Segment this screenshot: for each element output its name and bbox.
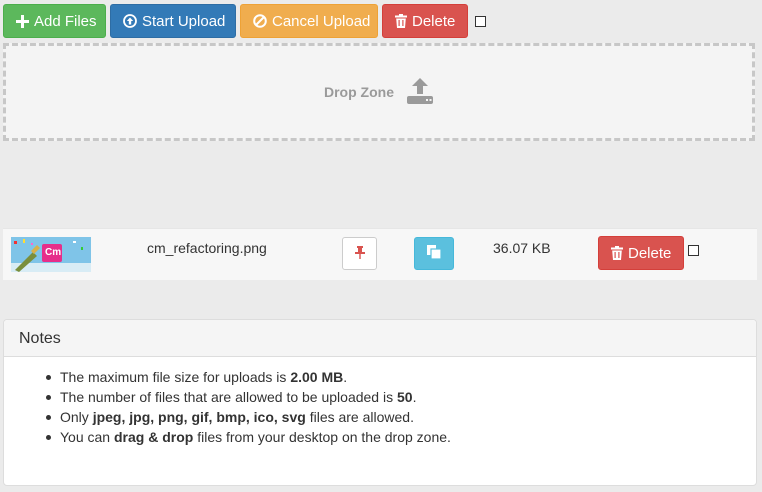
note-emphasis: drag & drop bbox=[113, 429, 194, 445]
delete-file-button[interactable]: Delete bbox=[598, 236, 684, 270]
note-text: Only bbox=[60, 409, 93, 425]
cancel-upload-button[interactable]: Cancel Upload bbox=[240, 4, 378, 38]
bullet-icon bbox=[46, 375, 51, 380]
file-select-checkbox[interactable] bbox=[688, 245, 699, 256]
plus-icon bbox=[16, 14, 29, 28]
upload-tray-icon bbox=[406, 77, 434, 107]
file-row: Cm cm_refactoring.png 36.07 KB Delete bbox=[3, 228, 757, 280]
notes-body: The maximum file size for uploads is 2.0… bbox=[4, 357, 756, 457]
notes-panel: Notes The maximum file size for uploads … bbox=[3, 319, 757, 486]
notes-list-item: The number of files that are allowed to … bbox=[46, 387, 741, 407]
notes-list: The maximum file size for uploads is 2.0… bbox=[19, 367, 741, 447]
pin-button[interactable] bbox=[342, 237, 377, 270]
notes-list-item: You can drag & drop files from your desk… bbox=[46, 427, 741, 447]
start-upload-button[interactable]: Start Upload bbox=[110, 4, 236, 38]
upload-toolbar: Add Files Start Upload Cancel Upload Del… bbox=[3, 4, 486, 38]
note-emphasis: jpeg, jpg, png, gif, bmp, ico, svg bbox=[92, 409, 306, 425]
note-text: The maximum file size for uploads is bbox=[60, 369, 291, 385]
copy-icon bbox=[427, 245, 442, 262]
drop-zone[interactable]: Drop Zone bbox=[3, 43, 755, 141]
notes-list-item: Only jpeg, jpg, png, gif, bmp, ico, svg … bbox=[46, 407, 741, 427]
cancel-upload-label: Cancel Upload bbox=[272, 12, 371, 30]
note-text: . bbox=[343, 369, 348, 385]
note-text: You can bbox=[60, 429, 114, 445]
pushpin-icon bbox=[354, 245, 365, 262]
upload-circle-icon bbox=[123, 14, 137, 28]
note-emphasis: 50 bbox=[396, 389, 413, 405]
notes-title: Notes bbox=[4, 320, 756, 357]
file-size: 36.07 KB bbox=[493, 240, 551, 256]
delete-file-label: Delete bbox=[628, 244, 672, 262]
note-text: . bbox=[412, 389, 417, 405]
bullet-icon bbox=[46, 415, 51, 420]
trash-icon bbox=[395, 14, 407, 28]
delete-all-button[interactable]: Delete bbox=[382, 4, 468, 38]
file-thumbnail: Cm bbox=[11, 237, 91, 272]
bullet-icon bbox=[46, 435, 51, 440]
trash-icon bbox=[611, 246, 623, 260]
start-upload-label: Start Upload bbox=[142, 12, 226, 30]
drop-zone-label: Drop Zone bbox=[324, 84, 394, 100]
note-text: files from your desktop on the drop zone… bbox=[193, 429, 451, 445]
file-name: cm_refactoring.png bbox=[147, 240, 267, 256]
add-files-button[interactable]: Add Files bbox=[3, 4, 106, 38]
select-all-checkbox[interactable] bbox=[475, 15, 486, 27]
bullet-icon bbox=[46, 395, 51, 400]
copy-button[interactable] bbox=[414, 237, 454, 270]
note-text: The number of files that are allowed to … bbox=[60, 389, 397, 405]
note-text: files are allowed. bbox=[305, 409, 414, 425]
add-files-label: Add Files bbox=[34, 12, 97, 30]
note-emphasis: 2.00 MB bbox=[290, 369, 344, 385]
notes-list-item: The maximum file size for uploads is 2.0… bbox=[46, 367, 741, 387]
ban-icon bbox=[253, 14, 267, 28]
delete-all-label: Delete bbox=[412, 12, 456, 30]
thumbnail-text: Cm bbox=[45, 247, 62, 258]
